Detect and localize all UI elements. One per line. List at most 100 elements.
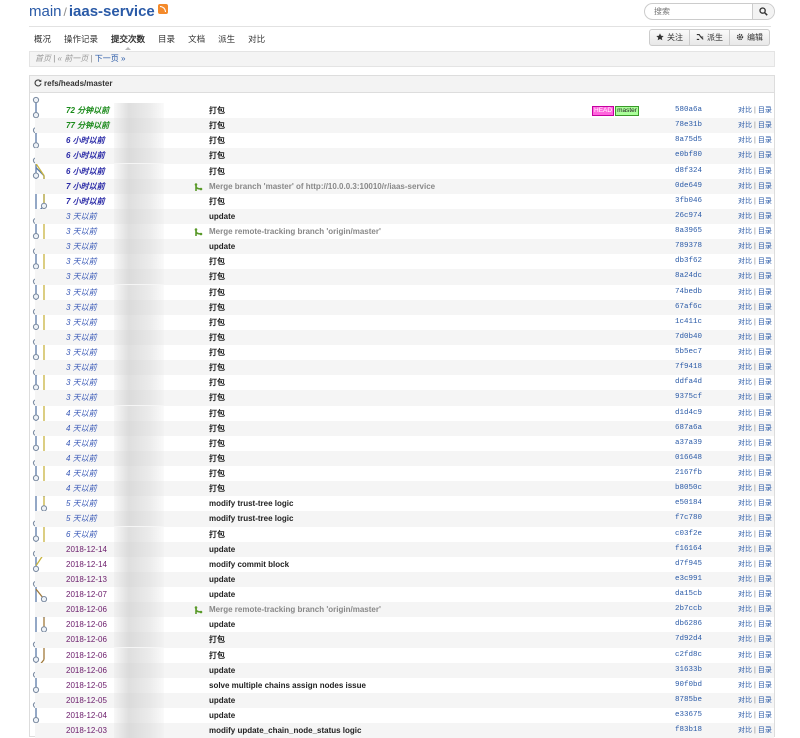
commit-sha[interactable]: 90f0bd	[675, 678, 702, 693]
tree-link[interactable]: 目录	[758, 122, 772, 129]
commit-message[interactable]: 打包	[209, 148, 225, 163]
compare-link[interactable]: 对比	[738, 243, 752, 250]
commit-message[interactable]: update	[209, 617, 235, 632]
commit-age[interactable]: 3 天以前	[66, 345, 97, 360]
commit-message[interactable]: update	[209, 587, 235, 602]
compare-link[interactable]: 对比	[738, 410, 752, 417]
compare-link[interactable]: 对比	[738, 379, 752, 386]
watch-button[interactable]: 关注	[649, 29, 690, 46]
compare-link[interactable]: 对比	[738, 470, 752, 477]
commit-age[interactable]: 2018-12-06	[66, 663, 107, 678]
tree-link[interactable]: 目录	[758, 515, 772, 522]
compare-link[interactable]: 对比	[738, 334, 752, 341]
commit-age[interactable]: 72 分钟以前	[66, 103, 109, 118]
commit-sha[interactable]: 3fb046	[675, 194, 702, 209]
commit-sha[interactable]: e3c991	[675, 572, 702, 587]
commit-sha[interactable]: d7f945	[675, 557, 702, 572]
commit-age[interactable]: 2018-12-14	[66, 542, 107, 557]
commit-age[interactable]: 7 小时以前	[66, 194, 105, 209]
commit-sha[interactable]: 8a75d5	[675, 133, 702, 148]
tree-link[interactable]: 目录	[758, 682, 772, 689]
commit-message[interactable]: update	[209, 572, 235, 587]
commit-message[interactable]: 打包	[209, 360, 225, 375]
commit-age[interactable]: 4 天以前	[66, 481, 97, 496]
tree-link[interactable]: 目录	[758, 228, 772, 235]
commit-age[interactable]: 2018-12-06	[66, 602, 107, 617]
compare-link[interactable]: 对比	[738, 500, 752, 507]
commit-sha[interactable]: 67af6c	[675, 300, 702, 315]
compare-link[interactable]: 对比	[738, 727, 752, 734]
tree-link[interactable]: 目录	[758, 697, 772, 704]
compare-link[interactable]: 对比	[738, 213, 752, 220]
commit-message[interactable]: 打包	[209, 436, 225, 451]
commit-message[interactable]: 打包	[209, 375, 225, 390]
tree-link[interactable]: 目录	[758, 727, 772, 734]
commit-age[interactable]: 4 天以前	[66, 466, 97, 481]
compare-link[interactable]: 对比	[738, 198, 752, 205]
tree-link[interactable]: 目录	[758, 334, 772, 341]
commit-sha[interactable]: e0bf80	[675, 148, 702, 163]
commit-age[interactable]: 2018-12-13	[66, 572, 107, 587]
tree-link[interactable]: 目录	[758, 304, 772, 311]
commit-message[interactable]: 打包	[209, 406, 225, 421]
compare-link[interactable]: 对比	[738, 697, 752, 704]
compare-link[interactable]: 对比	[738, 712, 752, 719]
commit-sha[interactable]: 7d92d4	[675, 632, 702, 647]
tree-link[interactable]: 目录	[758, 243, 772, 250]
commit-age[interactable]: 3 天以前	[66, 224, 97, 239]
tree-link[interactable]: 目录	[758, 168, 772, 175]
commit-message[interactable]: update	[209, 542, 235, 557]
project-name-link[interactable]: iaas-service	[69, 3, 155, 20]
tab-2[interactable]: 提交次数	[111, 33, 145, 50]
tree-link[interactable]: 目录	[758, 576, 772, 583]
compare-link[interactable]: 对比	[738, 168, 752, 175]
compare-link[interactable]: 对比	[738, 137, 752, 144]
compare-link[interactable]: 对比	[738, 561, 752, 568]
commit-age[interactable]: 5 天以前	[66, 496, 97, 511]
tree-link[interactable]: 目录	[758, 107, 772, 114]
commit-age[interactable]: 4 天以前	[66, 436, 97, 451]
tree-link[interactable]: 目录	[758, 606, 772, 613]
commit-sha[interactable]: 31633b	[675, 663, 702, 678]
commit-sha[interactable]: b8050c	[675, 481, 702, 496]
commit-sha[interactable]: e50184	[675, 496, 702, 511]
commit-message[interactable]: modify commit block	[209, 557, 289, 572]
commit-sha[interactable]: f83b18	[675, 723, 702, 738]
compare-link[interactable]: 对比	[738, 455, 752, 462]
commit-age[interactable]: 2018-12-04	[66, 708, 107, 723]
commit-sha[interactable]: 016648	[675, 451, 702, 466]
commit-sha[interactable]: 26c974	[675, 209, 702, 224]
tree-link[interactable]: 目录	[758, 455, 772, 462]
compare-link[interactable]: 对比	[738, 364, 752, 371]
compare-link[interactable]: 对比	[738, 546, 752, 553]
tree-link[interactable]: 目录	[758, 213, 772, 220]
commit-age[interactable]: 3 天以前	[66, 390, 97, 405]
commit-age[interactable]: 4 天以前	[66, 451, 97, 466]
commit-age[interactable]: 3 天以前	[66, 375, 97, 390]
commit-message[interactable]: 打包	[209, 300, 225, 315]
commit-age[interactable]: 6 天以前	[66, 527, 97, 542]
commit-message[interactable]: Merge branch 'master' of http://10.0.0.3…	[209, 179, 435, 194]
compare-link[interactable]: 对比	[738, 636, 752, 643]
commit-sha[interactable]: c03f2e	[675, 527, 702, 542]
commit-age[interactable]: 3 天以前	[66, 300, 97, 315]
commit-sha[interactable]: 78e31b	[675, 118, 702, 133]
commit-message[interactable]: 打包	[209, 345, 225, 360]
tab-3[interactable]: 目录	[158, 33, 175, 45]
commit-message[interactable]: 打包	[209, 315, 225, 330]
tree-link[interactable]: 目录	[758, 621, 772, 628]
compare-link[interactable]: 对比	[738, 606, 752, 613]
commit-sha[interactable]: 0de649	[675, 179, 702, 194]
commit-message[interactable]: 打包	[209, 481, 225, 496]
commit-message[interactable]: update	[209, 663, 235, 678]
branch-badge[interactable]: master	[615, 106, 639, 116]
commit-age[interactable]: 3 天以前	[66, 330, 97, 345]
commit-message[interactable]: update	[209, 708, 235, 723]
tree-link[interactable]: 目录	[758, 152, 772, 159]
tree-link[interactable]: 目录	[758, 561, 772, 568]
tree-link[interactable]: 目录	[758, 425, 772, 432]
commit-sha[interactable]: d8f324	[675, 164, 702, 179]
commit-message[interactable]: modify trust-tree logic	[209, 496, 293, 511]
commit-message[interactable]: 打包	[209, 390, 225, 405]
commit-age[interactable]: 3 天以前	[66, 209, 97, 224]
